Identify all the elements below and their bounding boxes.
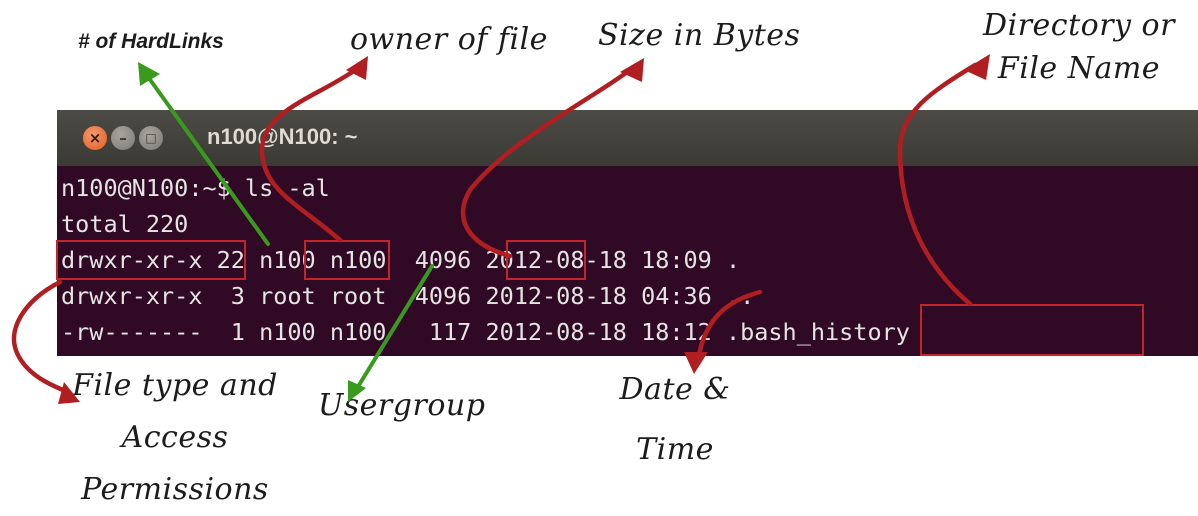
arrow-filename <box>897 62 978 307</box>
arrow-size <box>460 67 633 259</box>
arrowhead-datetime <box>684 352 708 374</box>
arrowhead-hardlinks <box>138 62 160 86</box>
annotation-arrows <box>11 54 990 404</box>
arrowhead-size <box>620 58 644 82</box>
arrowhead-usergroup <box>348 380 366 402</box>
arrowhead-permissions <box>58 382 80 404</box>
arrow-permissions <box>11 279 71 395</box>
arrow-usergroup <box>354 264 434 392</box>
arrow-datetime <box>695 289 763 363</box>
arrow-hardlinks <box>144 72 270 246</box>
arrow-owner <box>259 65 361 243</box>
